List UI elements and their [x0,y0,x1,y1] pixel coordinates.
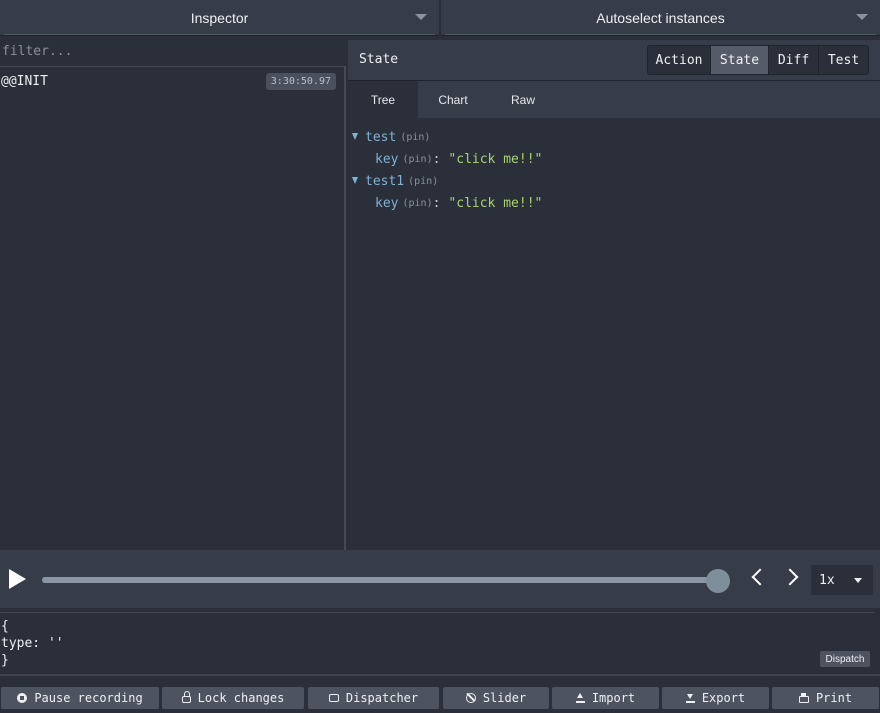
action-timestamp: 3:30:50.97 [265,72,336,90]
lock-changes-button[interactable]: Lock changes [162,687,304,709]
speed-select[interactable]: 1x [811,565,873,595]
printer-icon [798,692,809,703]
lock-icon [181,691,191,703]
tree-node[interactable]: test1 (pin) [348,170,880,192]
import-button[interactable]: Import [552,687,659,709]
tree-leaf: key (pin): "click me!!" [348,192,880,214]
tab-tree[interactable]: Tree [348,81,418,118]
dispatcher-label: Dispatcher [345,691,419,705]
slider-button[interactable]: Slider [443,687,549,709]
pause-recording-label: Pause recording [34,691,143,705]
action-button[interactable]: Action [648,46,711,74]
state-button[interactable]: State [711,46,769,74]
pause-recording-button[interactable]: Pause recording [1,687,159,709]
tab-chart[interactable]: Chart [418,81,488,118]
play-icon[interactable] [9,569,26,589]
leaf-key: key [375,151,399,167]
chevron-down-icon [856,14,868,20]
pin-link[interactable]: (pin) [402,154,432,165]
import-label: Import [591,691,636,705]
speed-value: 1x [819,572,835,588]
playback-bar: 1x [0,550,880,608]
pin-link[interactable]: (pin) [408,176,438,187]
state-header: State Action State Diff Test [348,40,880,81]
download-icon [685,693,695,703]
filter-input[interactable]: filter... [0,40,346,67]
history-icon [465,693,476,703]
upload-icon [575,693,585,703]
action-list-pane: filter... @@INIT 3:30:50.97 [0,40,346,550]
timeline-track[interactable] [42,577,718,583]
view-switcher: Action State Diff Test [647,45,869,75]
diff-button[interactable]: Diff [769,46,819,74]
chevron-down-icon [415,14,427,20]
print-label: Print [815,691,853,705]
pane-title: State [359,52,399,67]
print-button[interactable]: Print [772,687,879,709]
monitor-select[interactable]: Inspector [0,0,441,36]
bottom-toolbar: Pause recording Lock changes Dispatcher … [0,674,880,713]
select-underline [4,34,435,35]
pin-link[interactable]: (pin) [402,198,432,209]
keyboard-icon [328,694,339,702]
timeline-progress [42,577,718,583]
test-button[interactable]: Test [819,46,868,74]
monitor-select-label: Inspector [190,10,249,26]
colon-separator: : [432,195,441,211]
node-key: test [365,129,397,145]
pause-icon [17,693,28,703]
leaf-key: key [375,195,399,211]
state-pane: State Action State Diff Test Tree Chart … [348,40,880,550]
state-tabs: Tree Chart Raw [348,81,880,118]
action-name: @@INIT [1,73,48,89]
export-button[interactable]: Export [662,687,769,709]
node-key: test1 [365,173,405,189]
dispatcher-button[interactable]: Dispatcher [308,687,439,709]
instance-select-label: Autoselect instances [596,10,725,26]
colon-separator: : [432,151,441,167]
action-list-item[interactable]: @@INIT 3:30:50.97 [0,70,346,92]
leaf-value: "click me!!" [448,195,543,211]
leaf-value: "click me!!" [448,151,543,167]
slider-label: Slider [482,691,527,705]
chevron-left-icon[interactable] [751,568,769,586]
pin-link[interactable]: (pin) [400,132,430,143]
chevron-right-icon[interactable] [781,568,799,586]
expand-triangle-icon[interactable] [352,177,358,184]
devtools-window: Inspector Autoselect instances filter...… [0,0,880,713]
chevron-down-icon [854,578,862,583]
dispatch-button[interactable]: Dispatch [820,651,870,667]
instance-select[interactable]: Autoselect instances [441,0,880,36]
tab-raw[interactable]: Raw [488,81,558,118]
top-bar: Inspector Autoselect instances [0,0,880,36]
select-underline [445,34,876,35]
tree-node[interactable]: test (pin) [348,126,880,148]
expand-triangle-icon[interactable] [352,133,358,140]
lock-changes-label: Lock changes [197,691,285,705]
state-tree: test (pin) key (pin): "click me!!" test1… [348,126,880,214]
export-label: Export [701,691,746,705]
dispatcher-editor[interactable]: { type: '' } [0,612,874,670]
tree-leaf: key (pin): "click me!!" [348,148,880,170]
timeline-thumb[interactable] [706,569,730,593]
